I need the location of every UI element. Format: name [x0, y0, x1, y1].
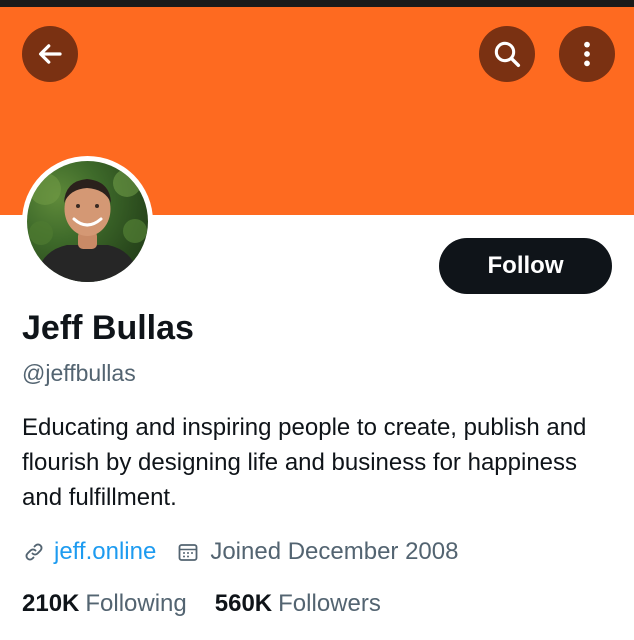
- following-label: Following: [85, 590, 187, 617]
- joined-date: Joined December 2008: [176, 538, 458, 566]
- follow-button[interactable]: Follow: [439, 238, 612, 294]
- search-button[interactable]: [479, 26, 535, 82]
- more-vertical-icon: [584, 41, 590, 67]
- avatar-frame[interactable]: [22, 156, 153, 287]
- joined-text: Joined December 2008: [210, 538, 459, 565]
- profile-meta: jeff.online Joined December 2008: [22, 535, 458, 569]
- user-handle: @jeffbullas: [22, 360, 136, 386]
- link-icon: [25, 543, 43, 561]
- status-strip: [0, 0, 634, 7]
- avatar[interactable]: [27, 161, 148, 282]
- more-options-button[interactable]: [559, 26, 615, 82]
- profile-bio: Educating and inspiring people to create…: [22, 414, 587, 511]
- followers-count: 560K: [214, 590, 273, 617]
- profile-stats: 210K Following 560K Followers: [22, 590, 381, 618]
- following-count: 210K: [22, 590, 80, 617]
- followers-label: Followers: [278, 590, 381, 617]
- display-name: Jeff Bullas: [22, 309, 194, 347]
- back-button[interactable]: [22, 26, 78, 82]
- calendar-icon: [178, 544, 198, 561]
- profile-photo: [29, 169, 147, 282]
- website-link[interactable]: jeff.online: [22, 538, 156, 566]
- website-url[interactable]: jeff.online: [54, 538, 156, 566]
- arrow-left-icon: [39, 44, 62, 64]
- search-icon: [494, 41, 521, 68]
- following-stat[interactable]: 210K Following: [22, 590, 187, 618]
- followers-stat[interactable]: 560K Followers: [215, 590, 381, 618]
